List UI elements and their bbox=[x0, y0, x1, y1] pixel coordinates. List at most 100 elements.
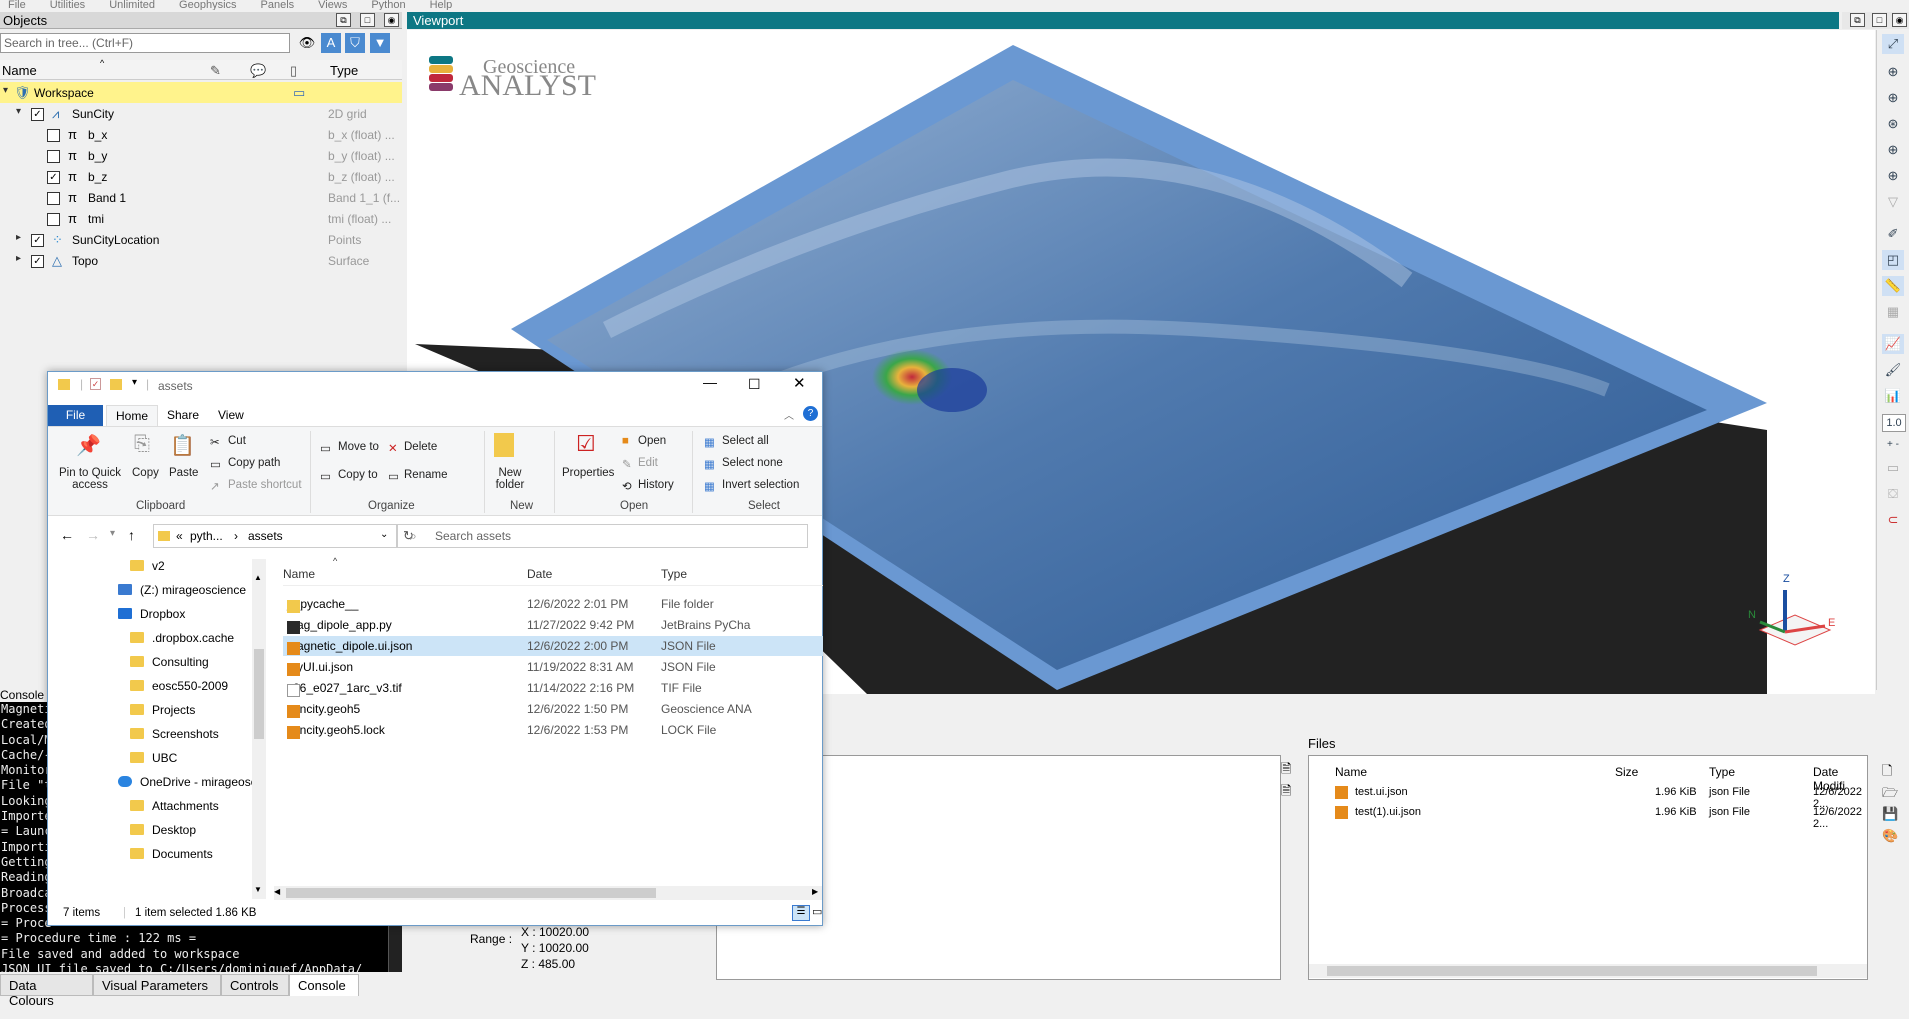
nav-item[interactable]: eosc550-2009 bbox=[130, 679, 228, 699]
scroll-thumb[interactable] bbox=[254, 649, 264, 739]
select-none-button[interactable]: Select none bbox=[722, 457, 783, 469]
menu-python[interactable]: Python bbox=[371, 0, 405, 10]
new-folder-button[interactable]: New folder bbox=[490, 467, 530, 491]
menu-views[interactable]: Views bbox=[318, 0, 347, 10]
expand-arrow-icon[interactable]: ▸ bbox=[16, 232, 21, 243]
paste-button[interactable]: Paste bbox=[169, 467, 198, 479]
nav-item[interactable]: Screenshots bbox=[130, 727, 219, 747]
visibility-checkbox[interactable] bbox=[47, 213, 60, 226]
scroll-left-icon[interactable]: ◀ bbox=[274, 887, 280, 896]
nav-item[interactable]: Desktop bbox=[130, 823, 196, 843]
col-name[interactable]: Name bbox=[2, 63, 37, 78]
scroll-right-icon[interactable]: ▶ bbox=[812, 887, 818, 896]
paste-shortcut-button[interactable]: Paste shortcut bbox=[228, 479, 302, 491]
new-folder-icon[interactable] bbox=[110, 379, 122, 390]
funnel-icon[interactable]: ▽ bbox=[1882, 192, 1904, 212]
filter-type-icon[interactable]: A bbox=[321, 33, 341, 53]
minimize-button[interactable]: — bbox=[703, 374, 717, 390]
delete-button[interactable]: Delete bbox=[404, 441, 437, 453]
tab-data-colours[interactable]: Data Colours bbox=[0, 974, 93, 1008]
menu-help[interactable]: Help bbox=[430, 0, 453, 10]
nav-item[interactable]: (Z:) mirageoscience bbox=[118, 583, 246, 603]
edit-button[interactable]: Edit bbox=[638, 457, 658, 469]
tab-visual-parameters[interactable]: Visual Parameters bbox=[93, 974, 221, 996]
nav-item[interactable]: Consulting bbox=[130, 655, 209, 675]
nav-item[interactable]: .dropbox.cache bbox=[130, 631, 234, 651]
tree-item-topo[interactable]: ▸ ✓ △ Topo Surface bbox=[0, 250, 402, 271]
col-type[interactable]: Type bbox=[661, 567, 687, 581]
move-to-button[interactable]: Move to bbox=[338, 441, 379, 453]
eye-icon[interactable]: ◉ bbox=[1892, 13, 1907, 27]
tree-item-workspace[interactable]: ▾ 🛡 Workspace ▭ bbox=[0, 82, 402, 103]
file-row[interactable]: myUI.ui.json 11/19/2022 8:31 AM JSON File bbox=[283, 657, 823, 677]
plus-minus-icon[interactable]: + - bbox=[1882, 435, 1904, 455]
nav-item[interactable]: Projects bbox=[130, 703, 195, 723]
float-button[interactable]: ⧉ bbox=[1850, 13, 1865, 27]
maximize-button[interactable]: □ bbox=[360, 13, 375, 27]
filter-data-icon[interactable]: ⛉ bbox=[345, 33, 365, 53]
crumb-assets[interactable]: assets bbox=[248, 529, 283, 543]
close-button[interactable]: ✕ bbox=[793, 374, 806, 392]
file-list-scrollbar[interactable]: ◀ ▶ bbox=[274, 886, 822, 900]
tab-console[interactable]: Console bbox=[289, 974, 359, 996]
horizontal-scrollbar[interactable] bbox=[1309, 964, 1867, 978]
tab-controls[interactable]: Controls bbox=[221, 974, 289, 996]
view-front-icon[interactable]: ⊛ bbox=[1882, 114, 1904, 134]
col-type[interactable]: Type bbox=[1709, 765, 1735, 779]
invert-selection-button[interactable]: Invert selection bbox=[722, 479, 799, 491]
menu-geophysics[interactable]: Geophysics bbox=[179, 0, 236, 10]
layers-icon[interactable]: ⛋ bbox=[1882, 484, 1904, 504]
file-add-icon[interactable]: 🗎 bbox=[1281, 760, 1291, 782]
file-row[interactable]: test.ui.json 1.96 KiB json File 12/6/202… bbox=[1335, 786, 1865, 810]
file-row[interactable]: __pycache__ 12/6/2022 2:01 PM File folder bbox=[283, 594, 823, 614]
overflow-icon[interactable]: « bbox=[176, 529, 183, 543]
address-bar[interactable]: « pyth... › assets ⌄ bbox=[153, 524, 398, 548]
cut-button[interactable]: Cut bbox=[228, 435, 246, 447]
file-row[interactable]: s26_e027_1arc_v3.tif 11/14/2022 2:16 PM TI… bbox=[283, 678, 823, 698]
select-all-button[interactable]: Select all bbox=[722, 435, 769, 447]
nav-item[interactable]: OneDrive - mirageoscience bbox=[118, 775, 264, 795]
bar-chart-icon[interactable]: 📊 bbox=[1882, 386, 1904, 406]
col-name[interactable]: Name bbox=[283, 567, 315, 581]
search-input[interactable]: Search assets bbox=[396, 524, 808, 548]
visibility-checkbox[interactable]: ✓ bbox=[31, 234, 44, 247]
view-iso-icon[interactable]: ⊕ bbox=[1882, 166, 1904, 186]
col-name[interactable]: Name bbox=[1335, 765, 1367, 779]
visibility-checkbox[interactable]: ✓ bbox=[31, 108, 44, 121]
scroll-down-icon[interactable]: ▼ bbox=[254, 885, 262, 894]
history-button[interactable]: History bbox=[638, 479, 674, 491]
visibility-checkbox[interactable] bbox=[47, 129, 60, 142]
properties-button[interactable]: Properties bbox=[562, 467, 614, 479]
paint-icon[interactable]: 🖌 bbox=[1882, 360, 1904, 380]
visibility-checkbox[interactable]: ✓ bbox=[47, 171, 60, 184]
file-remove-icon[interactable]: 🗎 bbox=[1281, 782, 1291, 804]
grid-icon[interactable]: ▦ bbox=[1882, 302, 1904, 322]
camera-icon[interactable]: ▭ bbox=[1882, 458, 1904, 478]
large-icons-view-icon[interactable]: ▭ bbox=[812, 905, 822, 918]
chart-icon[interactable]: 📈 bbox=[1882, 334, 1904, 354]
file-row[interactable]: test(1).ui.json 1.96 KiB json File 12/6/… bbox=[1335, 806, 1865, 830]
eye-icon[interactable]: ◉ bbox=[384, 13, 399, 27]
menu-utilities[interactable]: Utilities bbox=[50, 0, 85, 10]
chevron-down-icon[interactable]: ⌄ bbox=[380, 529, 388, 540]
crumb-pyth[interactable]: pyth... bbox=[190, 529, 223, 543]
collapse-ribbon-icon[interactable]: ︿ bbox=[784, 407, 794, 422]
visibility-checkbox[interactable] bbox=[47, 150, 60, 163]
palette-icon[interactable]: 🎨 bbox=[1882, 828, 1898, 844]
tree-item-band1[interactable]: π Band 1 Band 1_1 (f... bbox=[0, 187, 402, 208]
expand-arrow-icon[interactable]: ▸ bbox=[16, 253, 21, 264]
tree-item-tmi[interactable]: π tmi tmi (float) ... bbox=[0, 208, 402, 229]
quick-access-dropdown-icon[interactable]: ▾ bbox=[132, 377, 137, 388]
tab-home[interactable]: Home bbox=[106, 405, 159, 426]
visibility-checkbox[interactable]: ✓ bbox=[31, 255, 44, 268]
console-scrollbar[interactable] bbox=[388, 922, 402, 972]
scroll-up-icon[interactable]: ▲ bbox=[254, 573, 262, 582]
nav-item[interactable]: Attachments bbox=[130, 799, 219, 819]
funnel-icon[interactable]: ▼ bbox=[370, 33, 390, 53]
open-button[interactable]: Open bbox=[638, 435, 666, 447]
maximize-button[interactable]: □ bbox=[1872, 13, 1887, 27]
collapse-arrow-icon[interactable]: ▾ bbox=[16, 106, 21, 117]
copy-to-button[interactable]: Copy to bbox=[338, 469, 378, 481]
recent-dropdown-icon[interactable]: ▾ bbox=[110, 528, 115, 539]
menu-panels[interactable]: Panels bbox=[261, 0, 295, 10]
